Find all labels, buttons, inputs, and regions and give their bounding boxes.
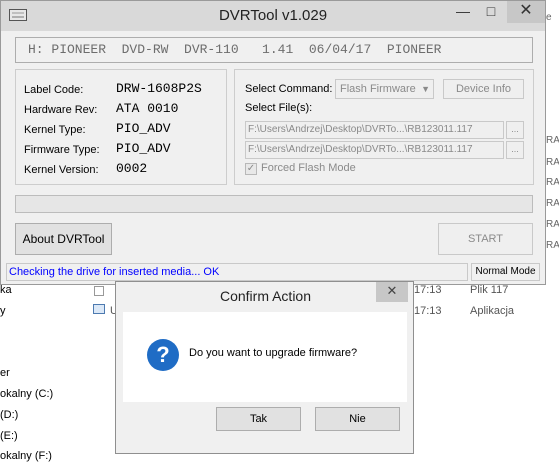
minimize-button[interactable]: — (449, 1, 477, 23)
command-select-value: Flash Firmware (340, 83, 416, 95)
forced-flash-checkbox[interactable]: ✓ (245, 163, 257, 175)
browse-button-1[interactable]: ... (506, 121, 524, 139)
file-path-1[interactable]: F:\Users\Andrzej\Desktop\DVRTo...\RB1230… (245, 121, 504, 139)
edge-text: RA (546, 240, 559, 251)
dialog-title: Confirm Action (219, 288, 312, 304)
progress-bar (15, 195, 533, 213)
file-time: 17:13 (414, 284, 442, 296)
title-bar[interactable]: DVRTool v1.029 — □ ✕ (1, 1, 545, 31)
edge-text: RA (546, 198, 559, 209)
chevron-down-icon: ▼ (421, 84, 430, 94)
kernel-version-value: 0002 (116, 161, 148, 176)
dialog-close-button[interactable]: ✕ (376, 282, 408, 302)
label-code-label: Label Code: (24, 84, 84, 96)
drive-select[interactable]: H: PIONEER DVD-RW DVR-110 1.41 06/04/17 … (15, 37, 533, 63)
device-info-button[interactable]: Device Info (443, 79, 524, 99)
kernel-version-label: Kernel Version: (24, 164, 99, 176)
sidebar-item[interactable]: ka (0, 284, 12, 296)
dvrtool-window: DVRTool v1.029 — □ ✕ H: PIONEER DVD-RW D… (0, 0, 546, 285)
question-icon: ? (147, 339, 179, 371)
drive-info-panel: Label Code: DRW-1608P2S Hardware Rev: AT… (15, 69, 227, 185)
status-bar: Checking the drive for inserted media...… (6, 263, 540, 281)
dialog-message: Do you want to upgrade firmware? (189, 347, 358, 359)
select-files-label: Select File(s): (245, 102, 313, 114)
kernel-type-value: PIO_ADV (116, 121, 171, 136)
sidebar-item-drive-e[interactable]: (E:) (0, 430, 18, 442)
edge-text: RA (546, 177, 559, 188)
yes-button[interactable]: Tak (216, 407, 301, 431)
close-button[interactable]: ✕ (507, 1, 545, 23)
edge-text: e (546, 12, 552, 23)
maximize-button[interactable]: □ (477, 1, 505, 23)
firmware-type-value: PIO_ADV (116, 141, 171, 156)
browse-button-2[interactable]: ... (506, 141, 524, 159)
confirm-dialog: Confirm Action ✕ ? Do you want to upgrad… (115, 281, 414, 454)
kernel-type-label: Kernel Type: (24, 124, 86, 136)
sidebar-item-drive-d[interactable]: (D:) (0, 409, 18, 421)
about-button[interactable]: About DVRTool (15, 223, 112, 255)
status-message: Checking the drive for inserted media...… (6, 263, 468, 281)
hardware-rev-label: Hardware Rev: (24, 104, 98, 116)
command-select[interactable]: Flash Firmware ▼ (335, 79, 434, 99)
sidebar-item-drive-f[interactable]: okalny (F:) (0, 450, 52, 462)
forced-flash-label: Forced Flash Mode (261, 162, 356, 174)
file-time: 17:13 (414, 305, 442, 317)
mode-indicator: Normal Mode (471, 263, 540, 281)
label-code-value: DRW-1608P2S (116, 81, 202, 96)
no-button[interactable]: Nie (315, 407, 400, 431)
file-type: Plik 117 (470, 284, 509, 296)
sidebar-item-drive-c[interactable]: okalny (C:) (0, 388, 53, 400)
sidebar-item[interactable]: er (0, 367, 10, 379)
firmware-type-label: Firmware Type: (24, 144, 100, 156)
file-checkbox[interactable] (94, 286, 104, 296)
dialog-body: ? Do you want to upgrade firmware? (123, 312, 407, 402)
file-path-2[interactable]: F:\Users\Andrzej\Desktop\DVRTo...\RB1230… (245, 141, 504, 159)
start-button[interactable]: START (438, 223, 533, 255)
edge-text: RA (546, 135, 559, 146)
sidebar-item[interactable]: y (0, 305, 6, 317)
app-file-icon (93, 304, 105, 314)
file-type: Aplikacja (470, 305, 515, 317)
edge-text: RA (546, 157, 559, 168)
hardware-rev-value: ATA 0010 (116, 101, 179, 116)
command-panel: Select Command: Flash Firmware ▼ Device … (234, 69, 534, 185)
edge-text: RA (546, 219, 559, 230)
select-command-label: Select Command: (245, 83, 333, 95)
